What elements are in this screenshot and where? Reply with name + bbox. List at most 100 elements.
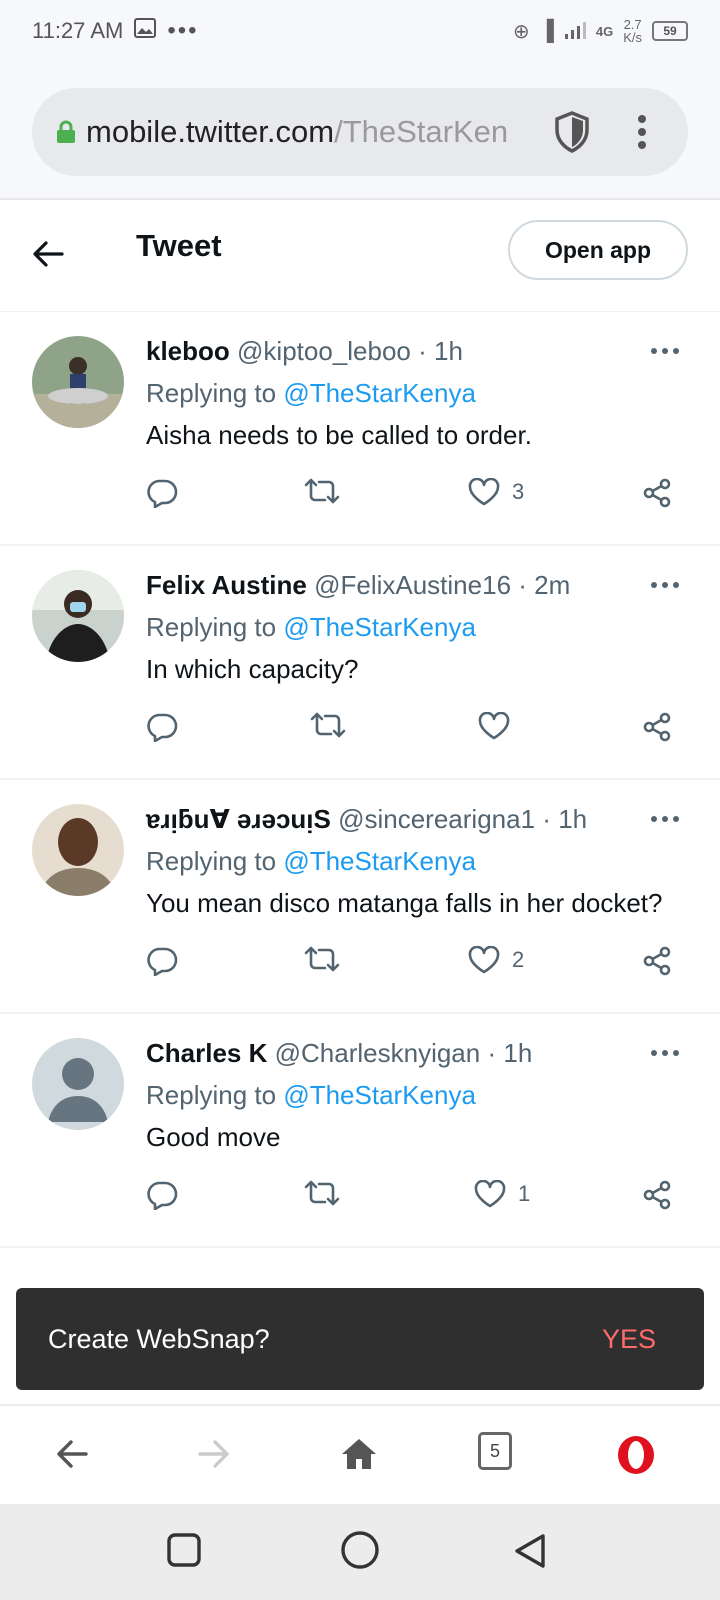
share-icon bbox=[643, 946, 671, 976]
retweet-icon bbox=[304, 478, 340, 504]
home-circle-icon[interactable] bbox=[340, 1530, 380, 1575]
reply-text: Good move bbox=[146, 1122, 281, 1152]
opera-menu-icon[interactable] bbox=[616, 1434, 656, 1481]
gallery-icon bbox=[133, 17, 157, 45]
share-button[interactable] bbox=[642, 712, 672, 742]
avatar[interactable] bbox=[32, 804, 124, 896]
share-button[interactable] bbox=[642, 1180, 672, 1210]
reply-feed: kleboo @kiptoo_leboo · 1h Replying to @T… bbox=[0, 312, 720, 1248]
shield-icon[interactable] bbox=[552, 110, 592, 159]
reply-item[interactable]: kleboo @kiptoo_leboo · 1h Replying to @T… bbox=[0, 312, 720, 546]
page-header: Tweet Open app bbox=[0, 200, 720, 312]
reply-meta: Charles K @Charlesknyigan · 1h bbox=[146, 1036, 666, 1070]
like-count: 1 bbox=[518, 1181, 531, 1206]
like-button[interactable]: 2 bbox=[468, 946, 524, 974]
system-back-icon[interactable] bbox=[512, 1532, 548, 1575]
reply-text: In which capacity? bbox=[146, 654, 359, 684]
clock: 11:27 AM bbox=[32, 18, 124, 43]
reply-meta: kleboo @kiptoo_leboo · 1h bbox=[146, 334, 666, 368]
retweet-icon bbox=[310, 712, 346, 738]
author-name[interactable]: Felix Austine bbox=[146, 570, 307, 600]
reply-meta: Felix Austine @FelixAustine16 · 2m bbox=[146, 568, 666, 602]
action-bar bbox=[146, 688, 686, 778]
share-icon bbox=[643, 478, 671, 508]
reply-item[interactable]: Charles K @Charlesknyigan · 1h Replying … bbox=[0, 1014, 720, 1248]
back-arrow-icon[interactable] bbox=[32, 240, 64, 273]
avatar[interactable] bbox=[32, 570, 124, 662]
like-count: 2 bbox=[512, 947, 525, 972]
reply-item[interactable]: ɐɹᴉƃu∀ ǝɹǝɔuᴉS @sincerearigna1 · 1h Repl… bbox=[0, 780, 720, 1014]
retweet-icon bbox=[304, 946, 340, 972]
page-title: Tweet bbox=[136, 228, 222, 263]
open-app-button[interactable]: Open app bbox=[508, 220, 688, 280]
author-handle[interactable]: @Charlesknyigan bbox=[275, 1038, 481, 1068]
like-button[interactable]: 1 bbox=[474, 1180, 530, 1208]
reply-icon bbox=[147, 479, 178, 508]
replying-to: Replying to @TheStarKenya bbox=[146, 612, 476, 642]
author-name[interactable]: Charles K bbox=[146, 1038, 267, 1068]
like-button[interactable] bbox=[478, 712, 522, 740]
snackbar-yes-button[interactable]: YES bbox=[602, 1324, 656, 1355]
timestamp[interactable]: 1h bbox=[503, 1038, 532, 1068]
vibrate-icon: ▐ bbox=[539, 19, 554, 42]
timestamp[interactable]: 1h bbox=[558, 804, 587, 834]
avatar[interactable] bbox=[32, 1038, 124, 1130]
reply-button[interactable] bbox=[146, 478, 178, 508]
action-bar: 2 bbox=[146, 922, 686, 1012]
timestamp[interactable]: 1h bbox=[434, 336, 463, 366]
reply-body: Felix Austine @FelixAustine16 · 2m Reply… bbox=[146, 546, 666, 688]
reply-meta: ɐɹᴉƃu∀ ǝɹǝɔuᴉS @sincerearigna1 · 1h bbox=[146, 802, 666, 836]
more-options-icon[interactable] bbox=[650, 1044, 680, 1062]
reply-button[interactable] bbox=[146, 1180, 178, 1210]
home-icon[interactable] bbox=[340, 1436, 378, 1477]
replying-to: Replying to @TheStarKenya bbox=[146, 846, 476, 876]
author-handle[interactable]: @sincerearigna1 bbox=[338, 804, 535, 834]
reply-body: kleboo @kiptoo_leboo · 1h Replying to @T… bbox=[146, 312, 666, 454]
like-button[interactable]: 3 bbox=[468, 478, 524, 506]
reply-item[interactable]: Felix Austine @FelixAustine16 · 2m Reply… bbox=[0, 546, 720, 780]
mention-link[interactable]: @TheStarKenya bbox=[283, 612, 476, 642]
data-saver-icon: ⊕ bbox=[512, 20, 530, 43]
action-bar: 3 bbox=[146, 454, 686, 544]
reply-text: Aisha needs to be called to order. bbox=[146, 420, 532, 450]
websnap-snackbar: Create WebSnap? YES bbox=[16, 1288, 704, 1390]
like-count: 3 bbox=[512, 479, 525, 504]
mention-link[interactable]: @TheStarKenya bbox=[283, 378, 476, 408]
author-handle[interactable]: @FelixAustine16 bbox=[314, 570, 511, 600]
action-bar: 1 bbox=[146, 1156, 686, 1246]
browser-forward-icon[interactable] bbox=[196, 1436, 232, 1477]
reply-text: You mean disco matanga falls in her dock… bbox=[146, 888, 663, 918]
reply-button[interactable] bbox=[146, 712, 178, 742]
url-text[interactable]: mobile.twitter.com/TheStarKen bbox=[86, 114, 526, 150]
heart-icon bbox=[468, 946, 500, 974]
tab-count: 5 bbox=[478, 1432, 512, 1470]
share-button[interactable] bbox=[642, 478, 672, 508]
retweet-button[interactable] bbox=[304, 1180, 340, 1206]
more-options-icon[interactable] bbox=[650, 576, 680, 594]
share-icon bbox=[643, 712, 671, 742]
mention-link[interactable]: @TheStarKenya bbox=[283, 846, 476, 876]
timestamp[interactable]: 2m bbox=[534, 570, 570, 600]
author-name[interactable]: ɐɹᴉƃu∀ ǝɹǝɔuᴉS bbox=[146, 804, 331, 834]
more-options-icon[interactable] bbox=[650, 342, 680, 360]
author-handle[interactable]: @kiptoo_leboo bbox=[237, 336, 411, 366]
recents-icon[interactable] bbox=[166, 1532, 202, 1573]
tabs-icon[interactable]: 5 bbox=[478, 1432, 512, 1470]
avatar[interactable] bbox=[32, 336, 124, 428]
lock-icon bbox=[56, 120, 76, 144]
retweet-button[interactable] bbox=[304, 478, 340, 504]
reply-icon bbox=[147, 947, 178, 976]
author-name[interactable]: kleboo bbox=[146, 336, 230, 366]
retweet-button[interactable] bbox=[304, 946, 340, 972]
status-bar: 11:27 AM ••• ⊕ ▐ 4G 2.7 K/s 59 bbox=[0, 0, 720, 62]
browser-menu-icon[interactable] bbox=[636, 114, 648, 155]
share-button[interactable] bbox=[642, 946, 672, 976]
address-bar[interactable]: mobile.twitter.com/TheStarKen bbox=[32, 88, 688, 176]
more-options-icon[interactable] bbox=[650, 810, 680, 828]
retweet-button[interactable] bbox=[310, 712, 346, 738]
mention-link[interactable]: @TheStarKenya bbox=[283, 1080, 476, 1110]
network-type: 4G bbox=[595, 23, 614, 39]
signal-icon bbox=[564, 20, 586, 43]
browser-back-icon[interactable] bbox=[54, 1436, 90, 1477]
reply-button[interactable] bbox=[146, 946, 178, 976]
